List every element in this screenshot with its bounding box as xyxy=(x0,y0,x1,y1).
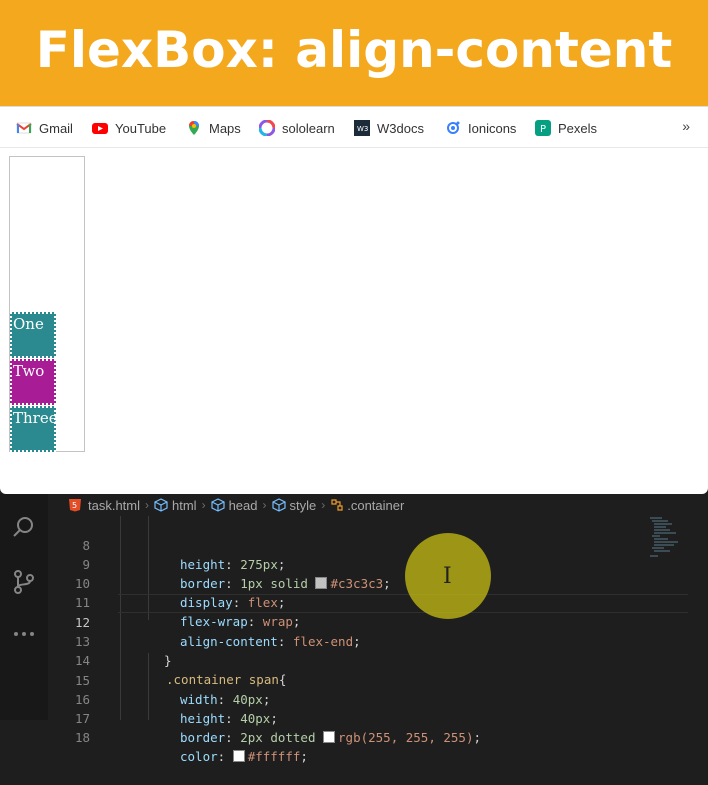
html5-icon: 5 xyxy=(69,499,81,512)
code-line: 16 height: 40px; xyxy=(48,671,648,726)
flex-item-two: Two xyxy=(10,359,56,405)
flex-container: One Two Three xyxy=(9,156,85,452)
breadcrumb-style[interactable]: style xyxy=(271,497,317,513)
bookmark-label: Gmail xyxy=(39,120,73,136)
code-line: 15 width: 40px; xyxy=(48,652,648,707)
code-line: 11 flex-wrap: wrap; xyxy=(48,574,648,629)
code-editor[interactable]: 8 height: 275px; 9 border: 1px solid #c3… xyxy=(48,516,708,764)
bookmark-sololearn[interactable]: sololearn xyxy=(259,118,335,138)
title-banner: FlexBox: align-content xyxy=(0,0,708,106)
more-icon[interactable] xyxy=(10,620,38,648)
bookmark-pexels[interactable]: P Pexels xyxy=(535,118,597,138)
color-swatch[interactable] xyxy=(323,731,336,743)
css-value: #ffffff xyxy=(247,749,301,764)
bookmarks-overflow-button[interactable]: » xyxy=(682,118,690,134)
css-property: color xyxy=(180,749,218,764)
css-property: border xyxy=(180,730,226,745)
code-punctuation: : xyxy=(217,749,233,764)
code-punctuation: ; xyxy=(300,749,308,764)
bookmarks-bar: Gmail YouTube Maps sololearn W3 W3docs I… xyxy=(0,106,708,148)
breadcrumb-html[interactable]: html xyxy=(154,498,197,513)
breadcrumb-selector[interactable]: .container xyxy=(330,498,404,513)
code-line: 13 } xyxy=(48,613,648,668)
chevron-right-icon: › xyxy=(321,498,326,512)
activity-bar xyxy=(0,494,48,720)
svg-text:P: P xyxy=(540,124,546,135)
element-cube-icon xyxy=(271,498,286,512)
minimap[interactable] xyxy=(648,516,688,566)
bookmark-label: YouTube xyxy=(115,120,167,136)
element-cube-icon xyxy=(154,498,168,512)
css-selector-icon xyxy=(331,499,343,511)
text-cursor-icon: I xyxy=(443,564,452,589)
bookmark-youtube[interactable]: YouTube xyxy=(92,118,166,138)
chevron-right-icon: › xyxy=(262,498,267,512)
bookmark-w3docs[interactable]: W3 W3docs xyxy=(354,118,424,138)
chevron-right-icon: › xyxy=(201,498,206,512)
code-line-current: 12 align-content: flex-end; xyxy=(48,594,648,649)
browser-viewport: Gmail YouTube Maps sololearn W3 W3docs I… xyxy=(0,106,708,494)
youtube-icon xyxy=(92,123,108,134)
flex-item-three: Three xyxy=(10,406,58,452)
bookmark-label: Ionicons xyxy=(468,120,517,136)
color-swatch[interactable] xyxy=(232,750,245,762)
code-punctuation: ; xyxy=(473,730,482,745)
flex-item-one: One xyxy=(10,312,56,358)
breadcrumb: 5 task.html › html › head › style › .con… xyxy=(48,494,708,516)
search-icon[interactable] xyxy=(10,514,38,542)
pexels-icon: P xyxy=(535,120,551,136)
breadcrumb-label: .container xyxy=(347,497,405,513)
bookmark-ionicons[interactable]: Ionicons xyxy=(445,118,516,138)
code-line: 10 display: flex; xyxy=(48,555,648,610)
breadcrumb-label: head xyxy=(228,497,258,513)
svg-text:5: 5 xyxy=(72,501,77,510)
bookmark-label: W3docs xyxy=(377,120,424,136)
bookmark-maps[interactable]: Maps xyxy=(186,118,241,138)
w3docs-icon: W3 xyxy=(354,120,370,136)
source-control-icon[interactable] xyxy=(10,568,38,596)
element-cube-icon xyxy=(210,498,225,512)
code-line: 9 border: 1px solid #c3c3c3; xyxy=(48,536,648,591)
bookmark-label: Maps xyxy=(209,120,241,136)
bookmark-gmail[interactable]: Gmail xyxy=(16,118,73,138)
css-value: rgb(255, 255, 255) xyxy=(338,730,474,745)
chevron-right-icon: › xyxy=(145,498,150,512)
code-punctuation: : xyxy=(225,730,241,745)
breadcrumb-label: style xyxy=(289,497,317,513)
bookmark-label: sololearn xyxy=(282,120,335,136)
breadcrumb-head[interactable]: head xyxy=(210,497,258,513)
code-line: 8 height: 275px; xyxy=(48,517,648,572)
code-line: 17 border: 2px dotted rgb(255, 255, 255)… xyxy=(48,690,648,745)
bookmark-label: Pexels xyxy=(558,120,598,136)
breadcrumb-file[interactable]: 5 task.html xyxy=(68,498,140,513)
banner-title: FlexBox: align-content xyxy=(35,21,673,79)
breadcrumb-label: html xyxy=(172,497,197,513)
gmail-icon xyxy=(16,122,32,134)
line-number: 18 xyxy=(74,730,90,745)
maps-icon xyxy=(189,121,199,135)
css-value: 2px dotted xyxy=(240,730,324,745)
ionicons-icon xyxy=(447,121,460,134)
code-line: 18 color: #ffffff; xyxy=(48,709,648,764)
svg-text:W3: W3 xyxy=(357,125,368,133)
code-line: 14 .container span{ xyxy=(48,632,648,687)
sololearn-icon xyxy=(259,120,275,136)
breadcrumb-label: task.html xyxy=(88,497,141,513)
